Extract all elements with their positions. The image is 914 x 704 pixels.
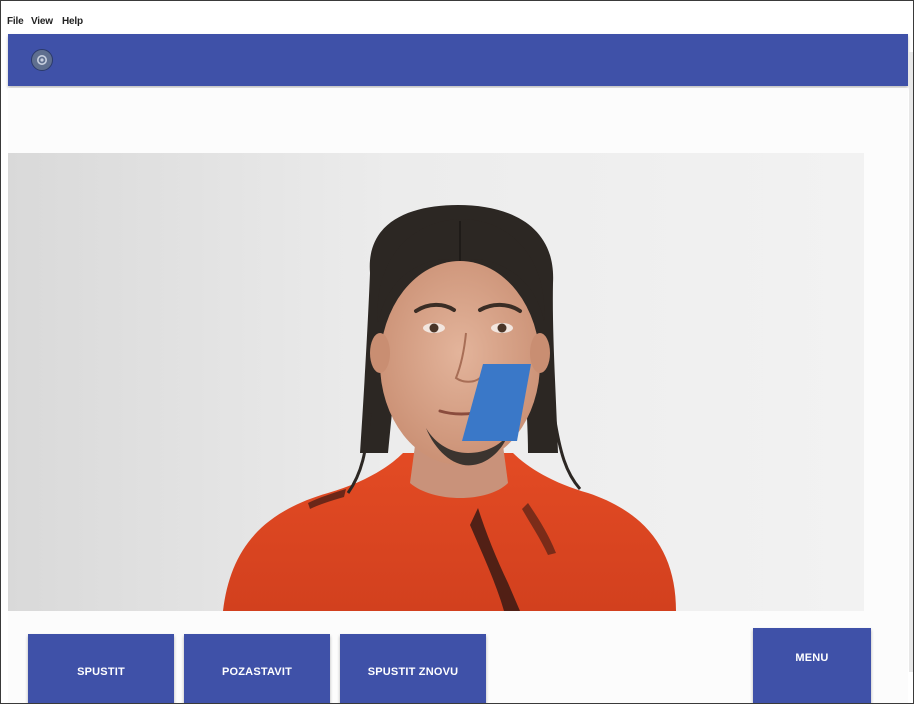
settings-icon[interactable] (31, 49, 53, 71)
start-button[interactable]: SPUSTIT (28, 634, 174, 704)
start-button-label: SPUSTIT (77, 666, 125, 678)
app-window: File View Help SPUSTIT POZASTAVIT SPUSTI… (0, 0, 914, 704)
pause-button-label: POZASTAVIT (221, 666, 293, 678)
pause-button[interactable]: POZASTAVIT (184, 634, 330, 704)
camera-view (8, 153, 864, 611)
app-bar (8, 34, 908, 86)
camera-image (8, 153, 864, 611)
menu-help[interactable]: Help (62, 16, 83, 27)
menu-view[interactable]: View (31, 16, 53, 27)
restart-button[interactable]: SPUSTIT ZNOVU (340, 634, 486, 704)
menu-file[interactable]: File (7, 16, 24, 27)
scrollbar[interactable] (909, 52, 913, 672)
menu-button-label: MENU (795, 652, 829, 664)
menu-button[interactable]: MENU (753, 628, 871, 704)
menu-bar: File View Help (1, 1, 913, 33)
restart-button-label: SPUSTIT ZNOVU (367, 666, 459, 678)
